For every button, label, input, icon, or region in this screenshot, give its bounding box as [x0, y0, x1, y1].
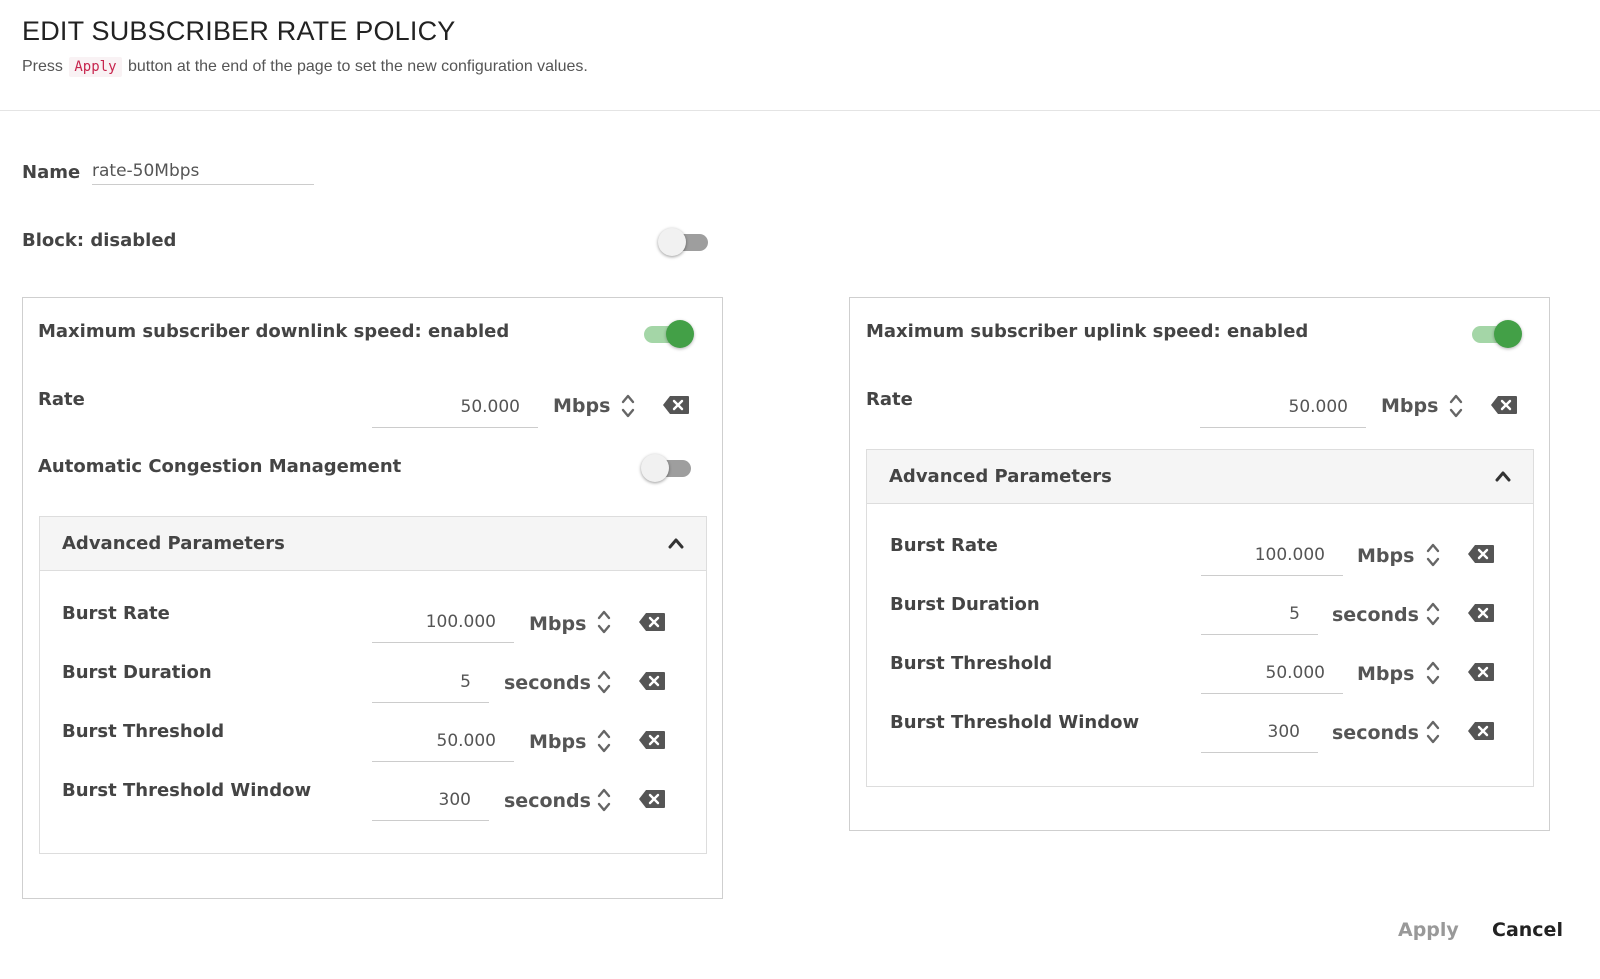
downlink-burst-duration-label: Burst Duration [62, 662, 212, 683]
uplink-burst-duration-input[interactable] [1201, 593, 1318, 635]
downlink-burst-threshold-unit: Mbps [529, 731, 587, 753]
uplink-burst-threshold-window-unit: seconds [1332, 722, 1419, 744]
block-toggle[interactable] [658, 226, 710, 258]
toggle-knob [658, 228, 686, 256]
uplink-burst-threshold-window-label: Burst Threshold Window [890, 712, 1140, 733]
downlink-rate-label: Rate [38, 389, 85, 410]
congestion-label: Automatic Congestion Management [38, 456, 402, 477]
name-input[interactable] [92, 157, 314, 185]
uplink-rate-unit: Mbps [1381, 395, 1439, 417]
block-label: Block: disabled [22, 230, 177, 251]
uplink-advanced-title: Advanced Parameters [889, 466, 1112, 487]
uplink-burst-threshold-label: Burst Threshold [890, 653, 1053, 674]
uplink-burst-rate-spinner-icon[interactable] [1425, 541, 1441, 569]
downlink-advanced-chevron-up-icon[interactable] [668, 537, 684, 549]
downlink-rate-unit: Mbps [553, 395, 611, 417]
page-title: EDIT SUBSCRIBER RATE POLICY [22, 16, 456, 46]
downlink-burst-threshold-spinner-icon[interactable] [596, 727, 612, 755]
uplink-burst-threshold-window-input[interactable] [1201, 711, 1318, 753]
downlink-rate-spinner-icon[interactable] [620, 392, 636, 420]
downlink-burst-threshold-clear-icon[interactable] [638, 730, 666, 750]
subtitle-text-after: button at the end of the page to set the… [127, 58, 588, 75]
uplink-rate-input[interactable] [1200, 386, 1366, 428]
subtitle-code-apply: Apply [69, 57, 122, 77]
downlink-burst-rate-clear-icon[interactable] [638, 612, 666, 632]
uplink-burst-rate-input[interactable] [1201, 534, 1343, 576]
page-subtitle: Press Apply button at the end of the pag… [22, 57, 588, 77]
uplink-burst-rate-clear-icon[interactable] [1467, 544, 1495, 564]
downlink-panel: Maximum subscriber downlink speed: enabl… [22, 297, 723, 899]
uplink-rate-clear-icon[interactable] [1490, 395, 1518, 415]
uplink-panel: Maximum subscriber uplink speed: enabled… [849, 297, 1550, 831]
subtitle-text-before: Press [22, 58, 63, 75]
uplink-burst-threshold-input[interactable] [1201, 652, 1343, 694]
downlink-burst-rate-spinner-icon[interactable] [596, 608, 612, 636]
page-header: EDIT SUBSCRIBER RATE POLICY Press Apply … [0, 0, 1600, 111]
downlink-burst-duration-clear-icon[interactable] [638, 671, 666, 691]
name-label: Name [22, 162, 81, 183]
downlink-toggle[interactable] [642, 318, 694, 350]
toggle-knob [666, 320, 694, 348]
uplink-burst-threshold-window-spinner-icon[interactable] [1425, 718, 1441, 746]
downlink-burst-rate-label: Burst Rate [62, 603, 170, 624]
toggle-knob [1494, 320, 1522, 348]
downlink-rate-input[interactable] [372, 386, 538, 428]
uplink-advanced-chevron-up-icon[interactable] [1495, 470, 1511, 482]
uplink-title: Maximum subscriber uplink speed: enabled [866, 321, 1309, 342]
downlink-burst-rate-input[interactable] [372, 601, 514, 643]
congestion-toggle[interactable] [641, 452, 693, 484]
uplink-burst-rate-label: Burst Rate [890, 535, 998, 556]
downlink-burst-threshold-input[interactable] [372, 720, 514, 762]
uplink-burst-threshold-spinner-icon[interactable] [1425, 659, 1441, 687]
uplink-burst-rate-unit: Mbps [1357, 545, 1415, 567]
uplink-burst-duration-spinner-icon[interactable] [1425, 600, 1441, 628]
uplink-burst-threshold-clear-icon[interactable] [1467, 662, 1495, 682]
downlink-burst-threshold-window-unit: seconds [504, 790, 591, 812]
downlink-burst-threshold-label: Burst Threshold [62, 721, 225, 742]
uplink-burst-threshold-unit: Mbps [1357, 663, 1415, 685]
downlink-rate-clear-icon[interactable] [662, 395, 690, 415]
downlink-burst-threshold-window-clear-icon[interactable] [638, 789, 666, 809]
downlink-burst-threshold-window-spinner-icon[interactable] [596, 786, 612, 814]
downlink-title: Maximum subscriber downlink speed: enabl… [38, 321, 510, 342]
downlink-burst-duration-spinner-icon[interactable] [596, 668, 612, 696]
uplink-burst-threshold-window-clear-icon[interactable] [1467, 721, 1495, 741]
downlink-burst-duration-unit: seconds [504, 672, 591, 694]
uplink-rate-spinner-icon[interactable] [1448, 392, 1464, 420]
downlink-burst-duration-input[interactable] [372, 661, 489, 703]
downlink-burst-rate-unit: Mbps [529, 613, 587, 635]
uplink-advanced-section: Advanced Parameters Burst Rate Mbps Burs… [866, 449, 1534, 787]
downlink-advanced-section: Advanced Parameters Burst Rate Mbps Burs… [39, 516, 707, 854]
uplink-burst-duration-unit: seconds [1332, 604, 1419, 626]
downlink-advanced-header[interactable]: Advanced Parameters [40, 517, 706, 571]
downlink-advanced-title: Advanced Parameters [62, 533, 285, 554]
downlink-burst-threshold-window-label: Burst Threshold Window [62, 780, 312, 801]
uplink-burst-duration-label: Burst Duration [890, 594, 1040, 615]
uplink-rate-label: Rate [866, 389, 913, 410]
uplink-burst-duration-clear-icon[interactable] [1467, 603, 1495, 623]
toggle-knob [641, 454, 669, 482]
apply-button[interactable]: Apply [1398, 919, 1459, 941]
uplink-toggle[interactable] [1470, 318, 1522, 350]
downlink-burst-threshold-window-input[interactable] [372, 779, 489, 821]
cancel-button[interactable]: Cancel [1492, 919, 1563, 941]
uplink-advanced-header[interactable]: Advanced Parameters [867, 450, 1533, 504]
